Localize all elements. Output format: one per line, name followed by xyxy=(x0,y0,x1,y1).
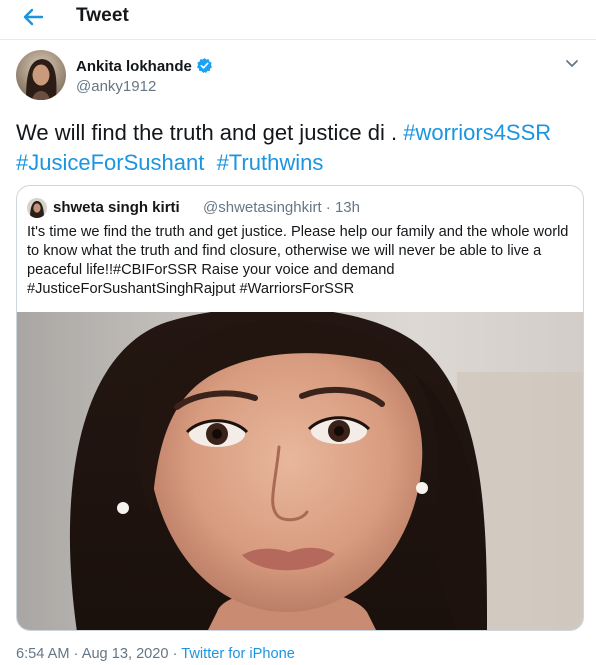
hashtag-link[interactable]: #JusiceForSushant xyxy=(16,150,204,175)
quoted-tweet-text: It's time we find the truth and get just… xyxy=(27,224,569,297)
back-button[interactable] xyxy=(18,4,48,30)
quoted-author-avatar[interactable] xyxy=(27,198,47,218)
more-options-button[interactable] xyxy=(562,56,582,72)
quoted-tweet-photo[interactable] xyxy=(17,312,583,630)
tweet-text: We will find the truth and get justice d… xyxy=(16,118,586,178)
top-bar: Tweet xyxy=(0,0,596,40)
quoted-author-name[interactable]: shweta singh kirti xyxy=(53,199,180,216)
tweet-body-text: We will find the truth and get justice d… xyxy=(16,120,404,145)
author-avatar[interactable] xyxy=(16,50,66,100)
tweet-source-link[interactable]: Twitter for iPhone xyxy=(181,646,295,662)
arrow-left-icon xyxy=(23,8,44,26)
hashtag-link[interactable]: #Truthwins xyxy=(217,150,324,175)
hashtag-link[interactable]: #worriors4SSR xyxy=(403,120,551,145)
quoted-tweet-meta: @shwetasinghkirt · 13h xyxy=(203,199,360,216)
tweet-timestamp: 6:54 AM · Aug 13, 2020 · Twitter for iPh… xyxy=(16,646,295,662)
quoted-author-handle[interactable]: @shwetasinghkirt xyxy=(203,199,322,216)
author-name[interactable]: Ankita lokhande xyxy=(76,57,213,75)
author-handle[interactable]: @anky1912 xyxy=(76,78,156,95)
author-name-text[interactable]: Ankita lokhande xyxy=(76,58,192,75)
quoted-tweet-card[interactable]: shweta singh kirti @shwetasinghkirt · 13… xyxy=(16,185,584,631)
chevron-down-icon xyxy=(566,60,578,67)
tweet-author-row: Ankita lokhande @anky1912 xyxy=(16,50,586,102)
verified-badge-icon xyxy=(196,58,212,73)
timestamp-text[interactable]: 6:54 AM · Aug 13, 2020 · xyxy=(16,646,181,662)
quoted-tweet-time: · 13h xyxy=(325,199,360,216)
page-title: Tweet xyxy=(76,5,129,26)
